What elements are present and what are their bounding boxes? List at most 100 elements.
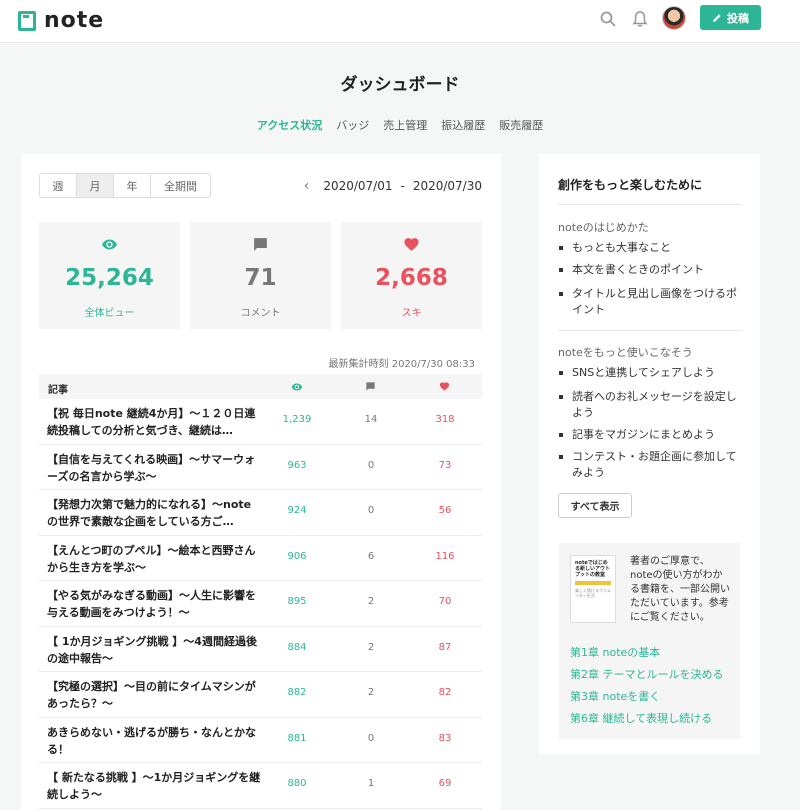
book-cover-band <box>575 581 611 585</box>
comments-value: 71 <box>244 265 277 291</box>
top-header: note 投稿 <box>0 0 800 43</box>
tab-transfer-history[interactable]: 振込履歴 <box>440 115 486 135</box>
period-week[interactable]: 週 <box>40 174 77 197</box>
table-row[interactable]: 【祝 毎日note 継続4か月】～１２０日連続投稿しての分析と気づき、継続は… … <box>39 399 482 445</box>
heart-icon <box>404 238 419 251</box>
period-year[interactable]: 年 <box>114 174 151 197</box>
pencil-icon <box>713 13 721 22</box>
comment-icon <box>366 382 375 391</box>
article-likes: 56 <box>438 505 452 516</box>
getting-started-heading: noteのはじめかた <box>558 221 649 234</box>
divider <box>558 330 742 331</box>
note-logo[interactable]: note <box>18 8 104 33</box>
likes-value: 2,668 <box>375 265 448 291</box>
table-row[interactable]: 【えんとつ町のプペル】～絵本と西野さんから生き方を学ぶ～ 906 6 116 <box>39 536 482 581</box>
book-description: 著者のご厚意で、noteの使い方がわかる書籍を、一部公開いただいています。参考に… <box>630 556 730 623</box>
article-likes: 87 <box>438 641 452 653</box>
article-likes: 318 <box>435 414 455 425</box>
eye-icon <box>291 383 303 391</box>
article-title[interactable]: 【発想力次第で魅力的になれる】～noteの世界で素敵な企画をしている方ご… <box>47 496 262 532</box>
last-updated: 最新集計時刻 2020/7/30 08:33 <box>328 359 475 370</box>
bell-icon[interactable] <box>631 10 649 28</box>
book-cover-title: noteではじめる新しいアウトプットの教室 <box>575 560 611 578</box>
article-comments: 2 <box>367 596 375 607</box>
comments-label: コメント <box>240 308 281 319</box>
guide-link[interactable]: SNSと連携してシェアしよう <box>558 365 742 381</box>
article-title[interactable]: 【祝 毎日note 継続4か月】～１２０日連続投稿しての分析と気づき、継続は… <box>47 405 262 441</box>
guide-link[interactable]: 読者へのお礼メッセージを設定しよう <box>558 389 742 421</box>
article-title[interactable]: 【えんとつ町のプペル】～絵本と西野さんから生き方を学ぶ～ <box>47 542 262 578</box>
likes-label: スキ <box>401 308 422 319</box>
article-likes: 70 <box>438 596 452 607</box>
eye-icon <box>102 239 117 250</box>
tab-sales-history[interactable]: 販売履歴 <box>498 115 544 135</box>
dashboard-tabs: アクセス状況 バッジ 売上管理 振込履歴 販売履歴 <box>0 115 800 135</box>
tips-title: 創作をもっと楽しむために <box>558 178 703 192</box>
chapter-link[interactable]: 第2章 テーマとルールを決める <box>570 666 724 682</box>
article-title[interactable]: 【自信を与えてくれる映画】～サマーウォーズの名言から学ぶ～ <box>47 451 262 487</box>
period-all[interactable]: 全期間 <box>151 174 210 197</box>
article-views: 924 <box>287 505 307 516</box>
article-table: 記事 【祝 毎日note 継続4か月】～１２０日連続投稿しての分析と気づき、継続… <box>39 374 482 809</box>
comment-icon <box>254 238 267 251</box>
guide-link[interactable]: もっとも大事なこと <box>558 240 742 256</box>
show-all-button[interactable]: すべて表示 <box>558 493 632 518</box>
table-row[interactable]: 【発想力次第で魅力的になれる】～noteの世界で素敵な企画をしている方ご… 92… <box>39 490 482 536</box>
date-range: ‹ 2020/07/01 - 2020/07/30 <box>304 178 482 194</box>
table-row[interactable]: 【やる気がみなぎる動画】～人生に影響を与える動画をみつけよう！～ 895 2 7… <box>39 581 482 627</box>
note-logo-icon <box>18 10 36 31</box>
period-selector: 週 月 年 全期間 <box>39 173 211 198</box>
article-title[interactable]: あきらめない・逃げるが勝ち・なんとかなる！ <box>47 724 262 760</box>
views-value: 25,264 <box>65 265 154 291</box>
chapter-link[interactable]: 第1章 noteの基本 <box>570 644 660 660</box>
guide-link[interactable]: 本文を書くときのポイント <box>558 262 742 278</box>
tab-access[interactable]: アクセス状況 <box>256 115 323 135</box>
book-cover[interactable]: noteではじめる新しいアウトプットの教室 楽しく続けるクリエイター生活 <box>570 555 616 623</box>
guide-link[interactable]: コンテスト・お題企画に参加してみよう <box>558 449 742 481</box>
article-comments: 14 <box>364 414 378 425</box>
article-likes: 73 <box>438 459 452 471</box>
article-views: 906 <box>287 550 307 562</box>
article-views: 881 <box>287 732 307 744</box>
stat-cards: 25,264 全体ビュー 71 コメント 2,668 スキ <box>39 222 482 329</box>
advanced-heading: noteをもっと使いこなそう <box>558 346 693 359</box>
avatar[interactable] <box>662 6 686 30</box>
article-title[interactable]: 【やる気がみなぎる動画】～人生に影響を与える動画をみつけよう！～ <box>47 587 262 623</box>
search-icon[interactable] <box>599 10 617 28</box>
chapter-link[interactable]: 第6章 継続して表現し続ける <box>570 710 712 726</box>
article-title[interactable]: 【 1か月ジョギング挑戦 】～4週間経過後の途中報告～ <box>47 633 262 669</box>
table-row[interactable]: 【究極の選択】～目の前にタイムマシンがあったら？～ 882 2 82 <box>39 672 482 718</box>
tab-sales[interactable]: 売上管理 <box>382 115 428 135</box>
article-comments: 6 <box>367 550 375 562</box>
guide-link[interactable]: 記事をマガジンにまとめよう <box>558 427 742 443</box>
article-comments: 1 <box>367 778 375 789</box>
article-views: 895 <box>287 596 307 607</box>
article-views: 884 <box>287 641 307 653</box>
table-row[interactable]: あきらめない・逃げるが勝ち・なんとかなる！ 881 0 83 <box>39 718 482 763</box>
article-views: 880 <box>287 778 307 789</box>
article-views: 963 <box>287 459 307 471</box>
divider <box>558 204 742 205</box>
chapter-link[interactable]: 第3章 noteを書く <box>570 688 660 704</box>
date-from: 2020/07/01 <box>323 179 393 193</box>
table-row[interactable]: 【 1か月ジョギング挑戦 】～4週間経過後の途中報告～ 884 2 87 <box>39 627 482 672</box>
heart-icon <box>439 382 450 391</box>
book-promo: noteではじめる新しいアウトプットの教室 楽しく続けるクリエイター生活 著者の… <box>559 543 740 739</box>
chevron-left-icon[interactable]: ‹ <box>304 178 310 194</box>
access-panel: 週 月 年 全期間 ‹ 2020/07/01 - 2020/07/30 25,2… <box>21 154 501 810</box>
article-likes: 69 <box>438 778 452 789</box>
post-button[interactable]: 投稿 <box>700 5 761 30</box>
article-comments: 2 <box>367 687 375 698</box>
tab-badge[interactable]: バッジ <box>335 115 370 135</box>
table-row[interactable]: 【自信を与えてくれる映画】～サマーウォーズの名言から学ぶ～ 963 0 73 <box>39 445 482 490</box>
guide-link[interactable]: タイトルと見出し画像をつけるポイント <box>558 286 742 318</box>
views-card: 25,264 全体ビュー <box>39 222 180 329</box>
book-cover-subtitle: 楽しく続けるクリエイター生活 <box>575 588 611 598</box>
article-title[interactable]: 【究極の選択】～目の前にタイムマシンがあったら？～ <box>47 678 262 714</box>
post-button-label: 投稿 <box>727 11 749 25</box>
article-likes: 116 <box>435 550 455 562</box>
article-title[interactable]: 【 新たなる挑戦 】～1か月ジョギングを継続しよう～ <box>47 769 262 805</box>
article-comments: 0 <box>367 459 375 471</box>
table-row[interactable]: 【 新たなる挑戦 】～1か月ジョギングを継続しよう～ 880 1 69 <box>39 763 482 809</box>
period-month[interactable]: 月 <box>77 174 114 197</box>
